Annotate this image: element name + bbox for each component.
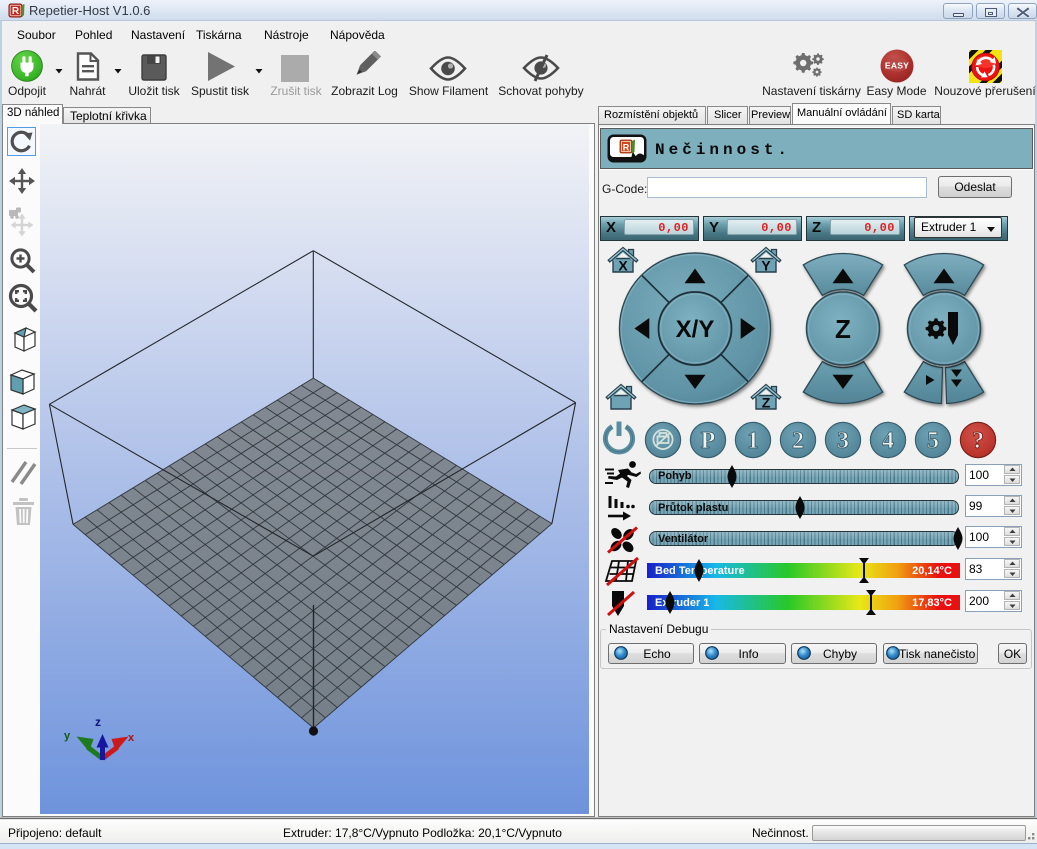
svg-text:X/Y: X/Y xyxy=(676,316,715,343)
svg-text:y: y xyxy=(64,730,71,742)
svg-text:Y: Y xyxy=(761,258,771,274)
svg-text:1: 1 xyxy=(747,428,759,454)
svg-text:2: 2 xyxy=(792,428,804,454)
svg-text:?: ? xyxy=(972,428,984,454)
svg-text:3: 3 xyxy=(837,428,849,454)
svg-text:z: z xyxy=(95,715,101,729)
svg-text:Z: Z xyxy=(762,395,771,411)
svg-text:R: R xyxy=(12,6,20,17)
svg-text:EASY: EASY xyxy=(885,61,909,71)
svg-text:Z: Z xyxy=(835,314,851,344)
svg-text:x: x xyxy=(128,732,135,744)
svg-text:4: 4 xyxy=(882,428,894,454)
svg-text:X: X xyxy=(618,258,628,274)
svg-text:R: R xyxy=(623,143,630,153)
svg-text:5: 5 xyxy=(927,428,939,454)
svg-text:P: P xyxy=(701,428,716,454)
